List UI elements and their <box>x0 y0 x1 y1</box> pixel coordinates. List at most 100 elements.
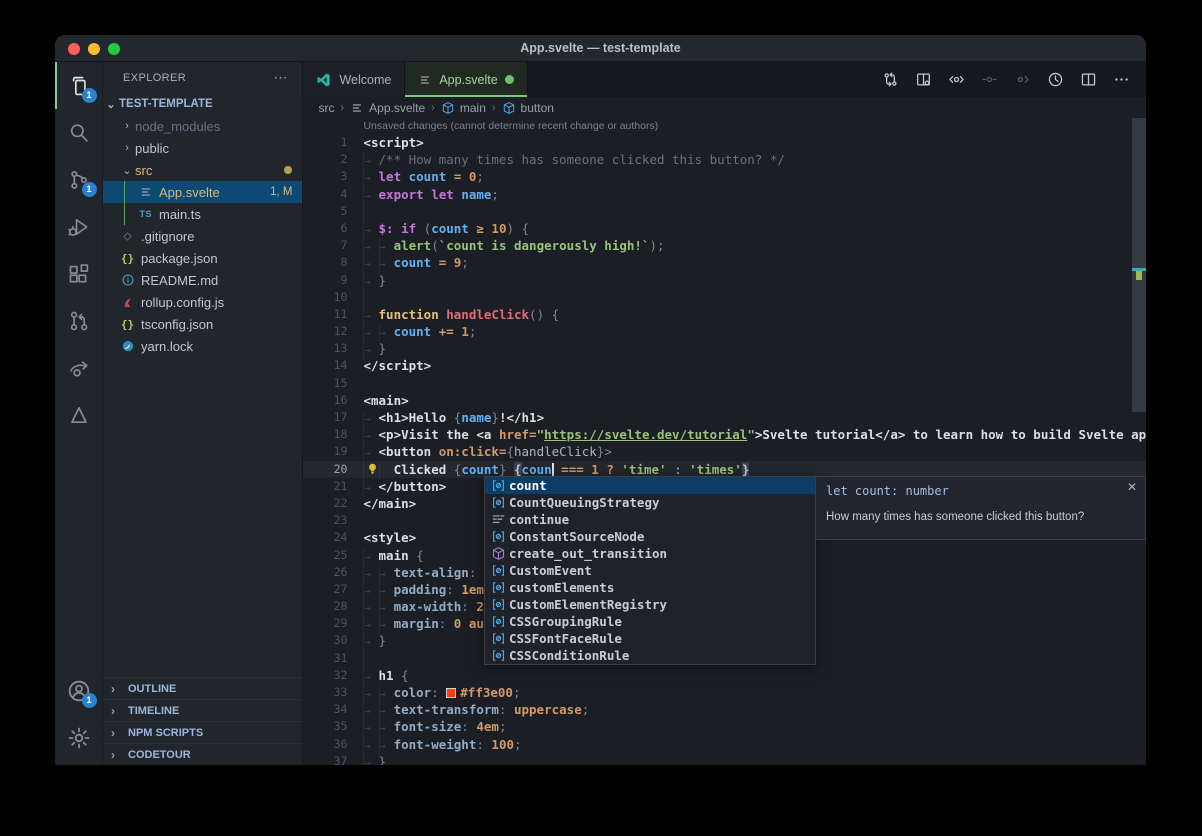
suggestion-constantsourcenode[interactable]: ConstantSourceNode <box>485 528 815 545</box>
suggestion-customelementregistry[interactable]: CustomElementRegistry <box>485 596 815 613</box>
code-line-13[interactable]: 13→} <box>303 340 1146 357</box>
suggestion-continue[interactable]: continue <box>485 511 815 528</box>
tree-file-tsconfig-json[interactable]: {}tsconfig.json <box>103 313 302 335</box>
line-number[interactable]: 20 <box>303 461 347 478</box>
section-outline[interactable]: ›OUTLINE <box>103 677 302 699</box>
line-number[interactable]: 19 <box>303 443 347 460</box>
breadcrumb-button[interactable]: button <box>502 101 554 115</box>
code-line-34[interactable]: 34→→text-transform: uppercase; <box>303 701 1146 718</box>
tree-folder-node-modules[interactable]: ›node_modules <box>103 115 302 137</box>
suggestion-countqueuingstrategy[interactable]: CountQueuingStrategy <box>485 494 815 511</box>
code-line-7[interactable]: 7→→alert(`count is dangerously high!`); <box>303 237 1146 254</box>
tree-folder-src[interactable]: ⌄src <box>103 159 302 181</box>
line-number[interactable]: 32 <box>303 667 347 684</box>
code-line-2[interactable]: 2→/** How many times has someone clicked… <box>303 151 1146 168</box>
line-number[interactable]: 10 <box>303 289 347 306</box>
line-number[interactable]: 14 <box>303 357 347 374</box>
line-number[interactable]: 6 <box>303 220 347 237</box>
previous-change-icon[interactable] <box>948 71 965 88</box>
line-number[interactable]: 36 <box>303 736 347 753</box>
line-number[interactable]: 18 <box>303 426 347 443</box>
tree-root-folder[interactable]: ⌄TEST-TEMPLATE <box>103 93 302 115</box>
activity-item-explorer[interactable]: 1 <box>55 62 103 109</box>
code-line-1[interactable]: 1<script> <box>303 134 1146 151</box>
line-number[interactable]: 4 <box>303 186 347 203</box>
activity-item-extensions[interactable] <box>55 250 103 297</box>
line-number[interactable]: 7 <box>303 237 347 254</box>
code-line-32[interactable]: 32→h1 { <box>303 667 1146 684</box>
line-number[interactable]: 25 <box>303 547 347 564</box>
line-number[interactable]: 11 <box>303 306 347 323</box>
activity-item-account[interactable]: 1 <box>55 667 103 714</box>
line-number[interactable]: 22 <box>303 495 347 512</box>
activity-item-source-control[interactable]: 1 <box>55 156 103 203</box>
suggestion-cssconditionrule[interactable]: CSSConditionRule <box>485 647 815 664</box>
line-number[interactable]: 9 <box>303 272 347 289</box>
code-line-36[interactable]: 36→→font-weight: 100; <box>303 736 1146 753</box>
split-editor-icon[interactable] <box>1080 71 1097 88</box>
suggestion-cssfontfacerule[interactable]: CSSFontFaceRule <box>485 630 815 647</box>
code-line-15[interactable]: 15 <box>303 375 1146 392</box>
suggestion-cssgroupingrule[interactable]: CSSGroupingRule <box>485 613 815 630</box>
suggestion-count[interactable]: count <box>485 477 815 494</box>
timeline-history-icon[interactable] <box>1047 71 1064 88</box>
line-number[interactable]: 12 <box>303 323 347 340</box>
tree-file-yarn-lock[interactable]: yarn.lock <box>103 335 302 357</box>
line-number[interactable]: 31 <box>303 650 347 667</box>
line-number[interactable]: 26 <box>303 564 347 581</box>
activity-item-live-share[interactable] <box>55 344 103 391</box>
code-line-17[interactable]: 17→<h1>Hello {name}!</h1> <box>303 409 1146 426</box>
tree-file-readme-md[interactable]: README.md <box>103 269 302 291</box>
code-line-6[interactable]: 6→$: if (count ≥ 10) { <box>303 220 1146 237</box>
line-number[interactable]: 17 <box>303 409 347 426</box>
tree-file--gitignore[interactable]: .gitignore <box>103 225 302 247</box>
open-changes-icon[interactable] <box>915 71 932 88</box>
code-line-37[interactable]: 37→} <box>303 753 1146 765</box>
more-actions-icon[interactable]: ⋯ <box>273 69 288 86</box>
line-number[interactable]: 13 <box>303 340 347 357</box>
section-npm-scripts[interactable]: ›NPM SCRIPTS <box>103 721 302 743</box>
titlebar[interactable]: App.svelte — test-template <box>55 35 1146 62</box>
code-editor[interactable]: Unsaved changes (cannot determine recent… <box>303 118 1146 765</box>
tab-welcome[interactable]: Welcome <box>303 62 405 97</box>
activity-item-github-pull-requests[interactable] <box>55 297 103 344</box>
activity-item-run-debug[interactable] <box>55 203 103 250</box>
tree-file-main-ts[interactable]: TSmain.ts <box>103 203 302 225</box>
close-icon[interactable]: ✕ <box>1127 480 1137 494</box>
line-number[interactable]: 16 <box>303 392 347 409</box>
line-number[interactable]: 15 <box>303 375 347 392</box>
code-line-4[interactable]: 4→export let name; <box>303 186 1146 203</box>
line-number[interactable]: 21 <box>303 478 347 495</box>
line-number[interactable]: 27 <box>303 581 347 598</box>
compare-changes-icon[interactable] <box>882 71 899 88</box>
scrollbar-slider[interactable] <box>1132 118 1146 412</box>
line-number[interactable]: 2 <box>303 151 347 168</box>
code-line-19[interactable]: 19→<button on:click={handleClick}> <box>303 443 1146 460</box>
tree-folder-public[interactable]: ›public <box>103 137 302 159</box>
tree-file-package-json[interactable]: {}package.json <box>103 247 302 269</box>
line-number[interactable]: 37 <box>303 753 347 765</box>
code-line-9[interactable]: 9→} <box>303 272 1146 289</box>
code-line-33[interactable]: 33→→color: #ff3e00; <box>303 684 1146 701</box>
suggestion-create-out-transition[interactable]: create_out_transition <box>485 545 815 562</box>
code-line-11[interactable]: 11→function handleClick() { <box>303 306 1146 323</box>
line-number[interactable]: 35 <box>303 718 347 735</box>
activity-item-search[interactable] <box>55 109 103 156</box>
code-line-5[interactable]: 5→ <box>303 203 1146 220</box>
breadcrumb-app-svelte[interactable]: App.svelte <box>350 101 425 115</box>
line-number[interactable]: 34 <box>303 701 347 718</box>
section-codetour[interactable]: ›CODETOUR <box>103 743 302 765</box>
code-line-14[interactable]: 14</script> <box>303 357 1146 374</box>
code-line-18[interactable]: 18→<p>Visit the <a href="https://svelte.… <box>303 426 1146 443</box>
code-line-16[interactable]: 16<main> <box>303 392 1146 409</box>
section-timeline[interactable]: ›TIMELINE <box>103 699 302 721</box>
activity-item-azure[interactable] <box>55 391 103 438</box>
code-line-10[interactable]: 10→ <box>303 289 1146 306</box>
activity-item-settings[interactable] <box>55 714 103 761</box>
editor-scrollbar[interactable] <box>1132 118 1146 765</box>
suggestion-customelements[interactable]: customElements <box>485 579 815 596</box>
tab-app-svelte[interactable]: App.svelte <box>405 62 527 97</box>
line-number[interactable]: 28 <box>303 598 347 615</box>
breadcrumb-src[interactable]: src <box>318 101 334 115</box>
line-number[interactable]: 5 <box>303 203 347 220</box>
